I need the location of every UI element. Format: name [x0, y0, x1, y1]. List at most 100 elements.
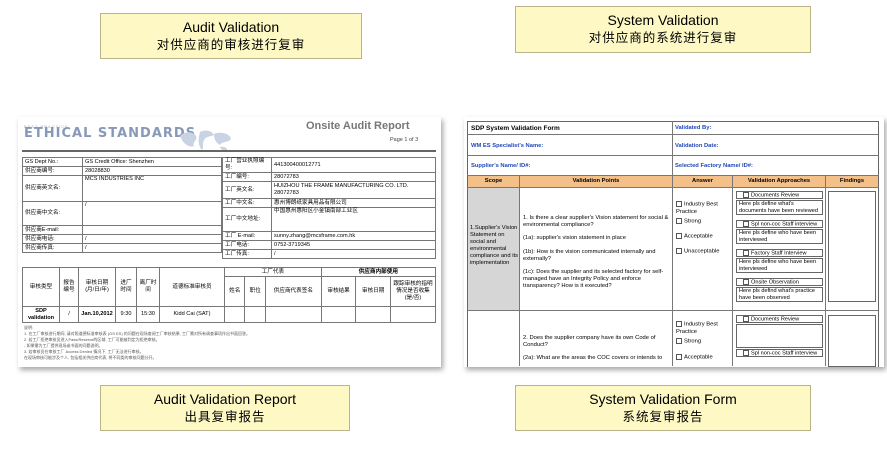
- answer-strong[interactable]: Strong: [676, 218, 731, 226]
- question-1c: (1c): Does the supplier and its selected…: [523, 269, 664, 289]
- answer-label: Unacceptable: [684, 248, 720, 255]
- system-form-caption: System Validation Form 系统复审报告: [515, 385, 811, 431]
- gs-credit-office: GS Credit Office: Shenzhen: [82, 157, 222, 167]
- findings-header: Findings: [826, 176, 878, 187]
- answer-acceptable[interactable]: Acceptable: [676, 233, 731, 241]
- checkbox-icon: [743, 350, 749, 356]
- header-rule: [22, 150, 436, 152]
- approach-onsite-observation[interactable]: Onsite Observation: [736, 278, 823, 286]
- validated-by-label: Validated By:: [675, 125, 712, 131]
- approach-staff-note[interactable]: Here pls define who have been interviewe…: [736, 229, 823, 244]
- report-no-header: 报告编号: [59, 267, 79, 307]
- caption-en: Audit Validation Report: [153, 391, 297, 407]
- factory-email: sunny.zhang@mcsframe.com.hk: [271, 231, 436, 241]
- checkbox-icon: [743, 250, 749, 256]
- answer-label: Strong: [684, 218, 702, 225]
- factory-phone: 0752-3719345: [271, 240, 436, 250]
- onsite-audit-report-document: BEST PRACTICE ETHICAL STANDARDS Onsite A…: [18, 117, 441, 367]
- column-divider: [672, 121, 673, 176]
- approach-factory-interview[interactable]: Factory Staff Interview: [736, 249, 823, 257]
- followup-header: 跟踪审核的指明情况是否收集 (是/否): [390, 276, 436, 307]
- auditor-value: Kidd Cai (SAT): [159, 306, 225, 323]
- question-1b: (1b): How is the vision communicated int…: [523, 249, 656, 262]
- rep-name-header: 姓名: [223, 276, 246, 307]
- factory-en-name: HUIZHOU THE FRAME MANUFACTURING CO. LTD.…: [271, 181, 436, 199]
- question-2a: (2a): What are the areas the COC covers …: [523, 355, 663, 361]
- answer-header: Answer: [673, 176, 732, 187]
- supplier-info-table: GS Dept No.: GS Credit Office: Shenzhen 供…: [22, 157, 222, 253]
- logo-text: ETHICAL STANDARDS: [24, 126, 197, 141]
- audit-type-header: 审核类型: [22, 267, 60, 307]
- answer-label: Acceptable: [684, 233, 713, 240]
- answer-label: Strong: [684, 338, 702, 345]
- approach-factory-note[interactable]: Here pls define who have been interviewe…: [736, 258, 823, 273]
- report-notes: 说明: 1. 在工厂审核进行期间, 请对照道德标准审核表 (GS ES) 的问题…: [24, 325, 434, 361]
- section-divider: [467, 310, 879, 311]
- scope-text: 1.Supplier's Vision Statement on social …: [470, 225, 519, 266]
- approach-documents-review[interactable]: Documents Review: [736, 191, 823, 199]
- in-time-value: 9:30: [115, 306, 137, 323]
- checkbox-icon: [743, 316, 749, 322]
- approach-label: Documents Review: [751, 192, 800, 199]
- checkbox-icon: [676, 354, 682, 360]
- answer2-best-practice[interactable]: Industry Best Practice: [676, 321, 731, 336]
- audit-result-header: 审核结果: [320, 276, 357, 307]
- approach-documents-note[interactable]: Here pls define what's documents have be…: [736, 200, 823, 215]
- supplier-cn-name-label: 供应商中文名:: [22, 201, 83, 226]
- approach2-documents-review[interactable]: Documents Review: [736, 315, 823, 323]
- answer-label: Acceptable: [684, 354, 713, 361]
- in-time-header: 进厂时间: [115, 267, 137, 307]
- supplier-phone: /: [82, 234, 222, 244]
- caption-en: System Validation Form: [589, 391, 737, 407]
- license-label: 工厂营业执照编号:: [222, 157, 272, 173]
- header-rule: [467, 187, 879, 188]
- findings2-box[interactable]: [828, 315, 876, 367]
- answer-unacceptable[interactable]: Unacceptable: [676, 248, 731, 256]
- gs-dept-label: GS Dept No.:: [22, 157, 83, 167]
- question-1a: (1a): supplier's vision statement in pla…: [523, 235, 626, 241]
- factory-fax-label: 工厂传真:: [222, 249, 272, 259]
- checkbox-icon: [676, 201, 682, 207]
- factory-en-name-label: 工厂英文名:: [222, 181, 272, 199]
- answer-best-practice[interactable]: Industry Best Practice: [676, 201, 731, 216]
- approach-label: Spl non-coc Staff interview: [751, 221, 818, 228]
- validation-points-header: Validation Points: [520, 176, 672, 187]
- approach-staff-interview[interactable]: Spl non-coc Staff interview: [736, 220, 823, 228]
- internal-date-header: 审核日期: [355, 276, 391, 307]
- supplier-fax-label: 供应商传真:: [22, 243, 83, 253]
- factory-rep-header: 工厂代表: [224, 267, 322, 277]
- checkbox-icon: [743, 192, 749, 198]
- page-indicator: Page 1 of 3: [390, 137, 419, 143]
- factory-info-table: 工厂营业执照编号: 441300400012771 工厂编号: 28072783 工…: [222, 157, 436, 259]
- answer2-strong[interactable]: Strong: [676, 338, 731, 346]
- factory-fax: /: [271, 249, 436, 259]
- supplier-fax: /: [82, 243, 222, 253]
- approach2-staff-interview[interactable]: Spl non-coc Staff interview: [736, 349, 823, 357]
- audit-date-header: 审核日期 (月/日/年): [78, 267, 116, 307]
- approach2-documents-note[interactable]: [736, 324, 823, 348]
- answer2-acceptable[interactable]: Acceptable: [676, 354, 731, 362]
- factory-cn-name: 惠州博朗纸家具用品有限公司: [271, 198, 436, 208]
- checkbox-icon: [676, 321, 682, 327]
- factory-email-label: 工厂 E-mail:: [222, 231, 272, 241]
- system-validation-form-document: SDP System Validation Form Validated By:…: [464, 117, 884, 367]
- supplier-number-label: 供应商编号:: [22, 166, 83, 176]
- approach-onsite-note[interactable]: Here pls defind what's practice have bee…: [736, 287, 823, 302]
- column-divider: [732, 176, 733, 366]
- findings-box[interactable]: [828, 191, 876, 302]
- column-divider: [519, 176, 520, 366]
- auditor-header: 道德标准审核员: [159, 267, 225, 307]
- question-2: 2. Does the supplier company have its ow…: [523, 335, 656, 348]
- factory-label: Selected Factory Name/ ID#:: [675, 163, 753, 169]
- supplier-cn-name: /: [82, 201, 222, 226]
- answer-label: Industry Best Practice: [676, 201, 718, 215]
- out-time-value: 15:30: [136, 306, 160, 323]
- approach-label: Documents Review: [751, 316, 800, 323]
- supplier-label: Supplier's Name/ ID#:: [471, 163, 531, 169]
- rep-signature-header: 供应商代表签名: [264, 276, 322, 307]
- column-divider: [672, 176, 673, 366]
- caption-cn: 对供应商的审核进行复审: [156, 37, 306, 52]
- internal-use-header: 供应商内部使用: [320, 267, 437, 277]
- factory-phone-label: 工厂电话:: [222, 240, 272, 250]
- factory-address: 中国惠州惠阳区小金镇南部工业区: [271, 207, 436, 232]
